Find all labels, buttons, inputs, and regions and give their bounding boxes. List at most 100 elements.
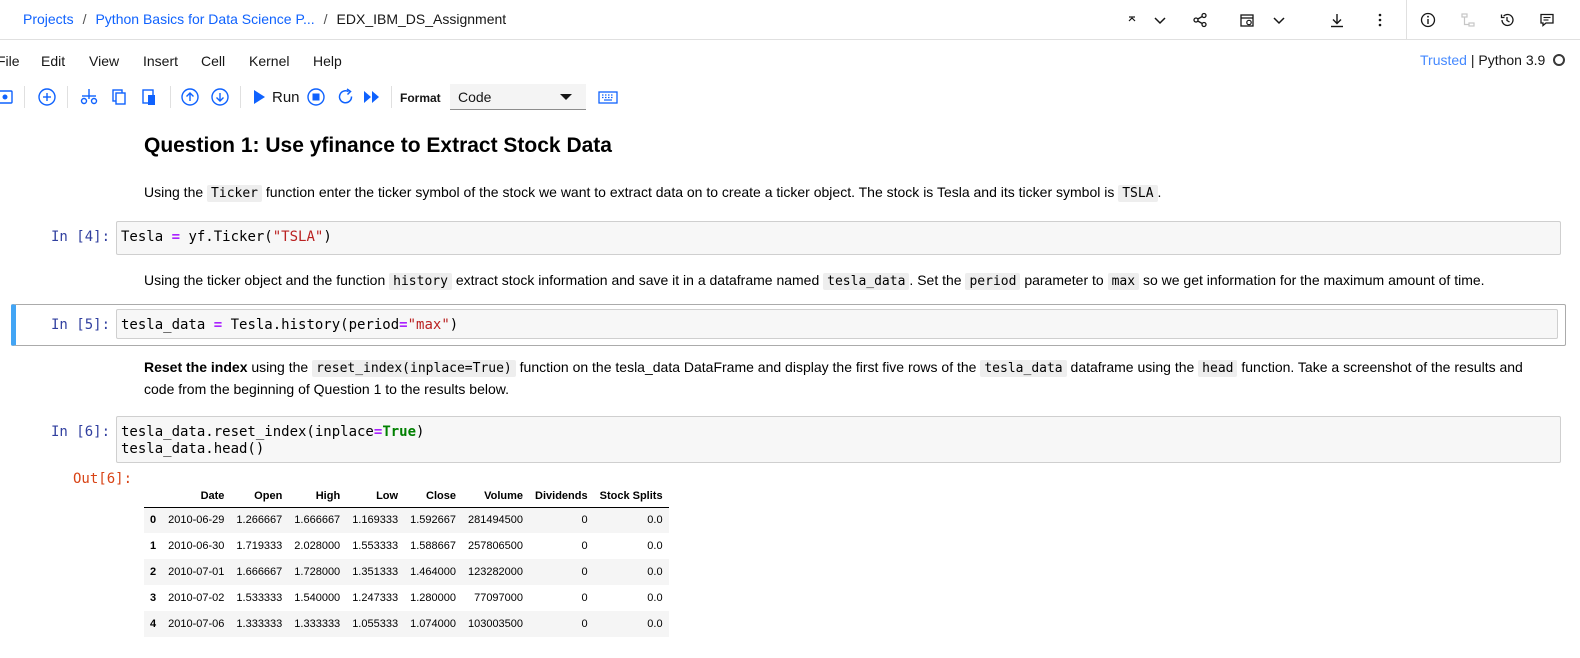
cell-close: 1.464000 (410, 566, 456, 578)
cell-stock-splits: 0.0 (647, 592, 663, 604)
version-history-icon[interactable] (1497, 10, 1517, 30)
text: . Set the (909, 272, 966, 288)
comments-icon[interactable] (1537, 10, 1557, 30)
upload-small-icon[interactable] (1122, 10, 1142, 30)
code-cell[interactable]: tesla_data.reset_index(inplace=True) tes… (116, 416, 1561, 463)
row-index: 2 (150, 566, 157, 578)
breadcrumb-projects[interactable]: Projects (23, 11, 74, 27)
cell-stock-splits: 0.0 (647, 566, 663, 578)
restart-icon[interactable] (335, 87, 357, 107)
markdown-paragraph-reset-index: Reset the index using the reset_index(in… (144, 357, 1554, 399)
output-prompt: Out[6]: (73, 471, 133, 487)
cut-icon[interactable] (78, 87, 100, 107)
run-icon[interactable] (248, 87, 270, 107)
download-icon[interactable] (1327, 10, 1347, 30)
menu-help[interactable]: Help (313, 53, 342, 69)
menu-edit[interactable]: Edit (41, 53, 65, 69)
column-header: Close (404, 485, 462, 508)
column-header: Date (162, 485, 231, 508)
menu-kernel[interactable]: Kernel (249, 53, 289, 69)
row-index: 4 (150, 618, 157, 630)
text: using the (247, 359, 313, 375)
information-icon[interactable] (1418, 10, 1438, 30)
code-cell[interactable]: Tesla = yf.Ticker("TSLA") (116, 221, 1561, 255)
cell-date: 2010-07-06 (168, 618, 225, 630)
inline-code: tesla_data (980, 360, 1067, 377)
breadcrumb-project[interactable]: Python Basics for Data Science P... (95, 11, 314, 27)
menu-view[interactable]: View (89, 53, 119, 69)
cell-high: 1.666667 (294, 514, 341, 527)
inline-code: TSLA (1118, 185, 1158, 202)
row-index: 1 (150, 540, 157, 552)
code-operator: = (171, 229, 181, 245)
code-token: Tesla.history(period (222, 317, 400, 333)
markdown-paragraph-history: Using the ticker object and the function… (144, 270, 1564, 292)
chevron-down-icon[interactable] (1150, 10, 1170, 30)
cell-format-select[interactable]: Code (450, 84, 586, 110)
input-prompt: In [5]: (51, 317, 111, 333)
cell-high: 1.540000 (294, 592, 341, 604)
row-index: 3 (150, 592, 157, 604)
inline-code: tesla_data (823, 273, 910, 290)
cell-high: 2.028000 (294, 540, 341, 552)
code-operator: = (399, 317, 408, 333)
text: so we get information for the maximum am… (1139, 272, 1485, 288)
save-icon[interactable] (0, 87, 16, 107)
code-token: tesla_data.reset_index(inplace (121, 424, 374, 440)
toolbar-divider (240, 86, 241, 108)
kernel-name[interactable]: Python 3.9 (1478, 52, 1545, 68)
chevron-down-icon[interactable] (1269, 10, 1289, 30)
share-icon[interactable] (1190, 10, 1210, 30)
insert-cell-icon[interactable] (36, 87, 58, 107)
stop-icon[interactable] (305, 87, 327, 107)
cell-dividends: 0 (581, 618, 588, 630)
run-button[interactable]: Run (272, 89, 300, 106)
cell-date: 2010-07-02 (168, 592, 225, 604)
breadcrumb-separator: / (323, 11, 328, 27)
cell-stock-splits: 0.0 (647, 514, 663, 527)
cell-date: 2010-06-30 (168, 540, 225, 552)
code-token: tesla_data.head() (121, 441, 265, 457)
run-all-icon[interactable] (361, 87, 383, 107)
cell-date: 2010-06-29 (168, 514, 225, 527)
code-token: yf.Ticker( (180, 229, 273, 245)
cell-volume: 103003500 (467, 618, 524, 630)
input-prompt: In [6]: (51, 424, 111, 440)
column-header: Dividends (529, 485, 594, 508)
cell-dividends: 0 (581, 592, 588, 604)
toolbar-divider (170, 86, 171, 108)
divider (1406, 0, 1407, 40)
notebook-toolbar: Run Format Code (0, 78, 1580, 116)
code-cell-selected[interactable]: tesla_data = Tesla.history(period="max") (116, 309, 1558, 339)
menu-file[interactable]: File (0, 53, 20, 69)
toolbar-divider (24, 86, 25, 108)
text: Using the (144, 184, 208, 200)
cell-low: 1.351333 (352, 566, 399, 578)
move-down-icon[interactable] (209, 87, 231, 107)
format-label: Format (400, 91, 441, 105)
top-bar: Projects / Python Basics for Data Science … (0, 0, 1580, 40)
column-header: Stock Splits (593, 485, 669, 508)
row-index: 0 (150, 514, 157, 527)
inline-code: Ticker (207, 185, 263, 202)
schedule-job-icon[interactable] (1237, 10, 1257, 30)
table-row: 1 2010-06-30 1.719333 2.028000 1.553333 … (144, 533, 669, 559)
cell-dividends: 0 (581, 540, 588, 552)
overflow-menu-icon[interactable] (1370, 10, 1390, 30)
column-header: Open (230, 485, 289, 508)
move-up-icon[interactable] (179, 87, 201, 107)
keyboard-icon[interactable] (597, 87, 619, 107)
tree-view-icon (1458, 10, 1478, 30)
menu-insert[interactable]: Insert (143, 53, 178, 69)
text: dataframe using the (1066, 359, 1199, 375)
trusted-indicator[interactable]: Trusted (1420, 52, 1467, 68)
text: function enter the ticker symbol of the … (262, 184, 1119, 200)
code-keyword: True (382, 424, 417, 440)
cell-dividends: 0 (581, 566, 588, 578)
copy-icon[interactable] (108, 87, 130, 107)
bold-text: Reset the index (144, 359, 248, 375)
table-row: 2 2010-07-01 1.666667 1.728000 1.351333 … (144, 559, 669, 585)
toolbar-divider (391, 86, 392, 108)
menu-cell[interactable]: Cell (201, 53, 225, 69)
paste-icon[interactable] (138, 87, 160, 107)
